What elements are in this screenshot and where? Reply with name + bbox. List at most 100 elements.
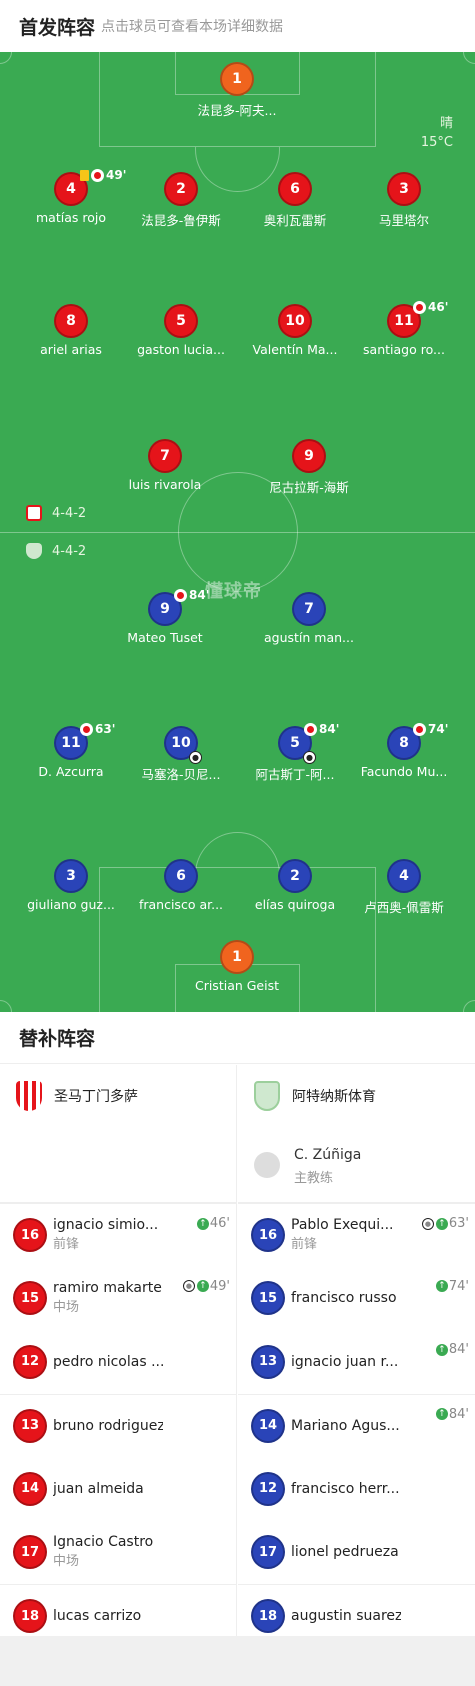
sub-number: 12 <box>20 1354 40 1370</box>
away-player[interactable]: 10 ● 马塞洛-贝尼... <box>126 726 236 783</box>
player-name: 马塞洛-贝尼... <box>141 767 221 782</box>
away-team-row[interactable]: 阿特纳斯体育 <box>238 1065 475 1127</box>
sub-number-disc: 14 <box>13 1471 47 1506</box>
home-player[interactable]: 4 49' matías rojo <box>16 168 126 225</box>
sub-event: ↑ 84' <box>435 1342 469 1357</box>
away-sub-row[interactable]: 12 francisco herr... <box>238 1457 475 1521</box>
away-player[interactable]: 9 84' Mateo Tuset <box>110 588 220 645</box>
home-sub-row[interactable]: 13 bruno rodriguez <box>0 1393 236 1458</box>
away-sub-row[interactable]: 16 Pablo Exequi... 前锋 ● ↑ 63' <box>238 1203 475 1267</box>
sub-name: juan almeida <box>53 1480 144 1497</box>
home-player[interactable]: 11 46' santiago ro... <box>349 300 459 357</box>
sub-number: 17 <box>258 1544 278 1560</box>
sub-name: lionel pedrueza <box>291 1544 399 1561</box>
player-number-disc: 3 <box>387 172 421 206</box>
substituted-on-icon: ↑ <box>196 1217 209 1230</box>
home-formation: 4-4-2 <box>26 505 86 521</box>
player-number-disc: 2 <box>278 859 312 893</box>
away-coach[interactable]: C. Zúñiga 主教练 <box>238 1127 475 1203</box>
weather: 晴 15°C <box>421 114 453 152</box>
home-player[interactable]: 2 法昆多-鲁伊斯 <box>126 172 236 229</box>
player-number: 8 <box>66 313 76 329</box>
home-sub-row[interactable]: 14 juan almeida <box>0 1457 236 1521</box>
sub-number: 17 <box>20 1544 40 1560</box>
home-player[interactable]: 8 ariel arias <box>16 304 126 357</box>
player-name: ariel arias <box>40 342 102 357</box>
sub-info: Pablo Exequi... 前锋 <box>291 1215 401 1255</box>
home-sub-row[interactable]: 17 Ignacio Castro 中场 <box>0 1521 236 1585</box>
sub-minute: 74' <box>448 1278 469 1294</box>
coach-avatar-icon <box>254 1151 280 1178</box>
player-name: Valentín Ma... <box>252 342 338 357</box>
player-name: elías quiroga <box>254 897 336 912</box>
sub-info: Ignacio Castro 中场 <box>53 1532 163 1572</box>
home-team-row[interactable]: 圣马丁门多萨 <box>0 1065 236 1127</box>
substituted-on-icon: ↑ <box>435 1408 448 1420</box>
player-number-disc: 1 <box>220 62 254 96</box>
away-player[interactable]: 11 63' D. Azcurra <box>16 722 126 779</box>
away-player[interactable]: 8 74' Facundo Mu... <box>349 722 459 779</box>
home-team-crest-icon <box>16 1081 42 1111</box>
home-player[interactable]: 6 奥利瓦雷斯 <box>240 172 350 229</box>
player-number: 1 <box>232 71 242 87</box>
player-name: luis rivarola <box>128 477 202 492</box>
home-player[interactable]: 5 gaston lucia... <box>126 304 236 357</box>
away-player[interactable]: 4 卢西奥-佩雷斯 <box>349 859 459 916</box>
substituted-on-icon: ↑ <box>435 1280 448 1292</box>
corner-arc <box>0 52 12 64</box>
away-player[interactable]: 5 ● 84' 阿古斯丁-阿... <box>240 722 350 783</box>
sub-event: ↑ 74' <box>435 1278 469 1294</box>
weather-condition: 晴 <box>439 116 453 131</box>
home-sub-row[interactable]: 15 ramiro makarte 中场 ● ↑ 49' <box>0 1267 236 1331</box>
away-sub-row[interactable]: 14 Mariano Agus... ↑ 84' <box>238 1393 475 1458</box>
home-player[interactable]: 3 马里塔尔 <box>349 172 459 229</box>
home-sub-row[interactable]: 12 pedro nicolas ... <box>0 1330 236 1394</box>
away-team-crest-icon <box>254 1081 280 1111</box>
corner-arc <box>0 1000 12 1012</box>
sub-event: ↑ 84' <box>435 1407 469 1422</box>
home-player[interactable]: 7 luis rivarola <box>110 439 220 492</box>
away-sub-row[interactable]: 17 lionel pedrueza <box>238 1521 475 1585</box>
sub-info: pedro nicolas ... <box>53 1352 163 1372</box>
player-number: 4 <box>399 868 409 884</box>
goal-ball-icon: ● <box>303 751 316 764</box>
home-player[interactable]: 10 Valentín Ma... <box>240 304 350 357</box>
player-number-disc: 9 84' <box>148 588 209 626</box>
substituted-off-icon <box>413 300 426 314</box>
away-player[interactable]: 2 elías quiroga <box>240 859 350 912</box>
sub-number: 14 <box>258 1418 278 1434</box>
home-sub-row[interactable]: 16 ignacio simio... 前锋 ↑ 46' <box>0 1203 236 1267</box>
away-player[interactable]: 6 francisco ar... <box>126 859 236 912</box>
sub-number-disc: 12 <box>13 1344 47 1379</box>
player-number: 9 <box>304 448 314 464</box>
player-number-disc: 10 ● <box>164 726 202 764</box>
player-number-disc: 11 63' <box>54 722 115 760</box>
lineup-title: 首发阵容 <box>19 16 96 39</box>
player-number: 5 <box>176 313 186 329</box>
sub-number: 16 <box>20 1227 40 1243</box>
away-player[interactable]: 1 Cristian Geist <box>182 940 292 993</box>
player-number: 8 <box>399 735 409 751</box>
player-event: 49' <box>80 168 126 182</box>
sub-event: ● ↑ 63' <box>421 1216 469 1231</box>
sub-info: lucas carrizo <box>53 1606 163 1626</box>
sub-number-disc: 13 <box>13 1408 47 1443</box>
player-number-disc: 6 <box>278 172 312 206</box>
away-player[interactable]: 7 agustín man... <box>254 592 364 645</box>
home-player[interactable]: 9 尼古拉斯-海斯 <box>254 439 364 496</box>
sub-minute: 63' <box>448 1216 469 1231</box>
player-number-disc: 10 <box>278 304 312 338</box>
player-event: 46' <box>413 300 448 314</box>
away-sub-row[interactable]: 13 ignacio juan r... ↑ 84' <box>238 1330 475 1394</box>
player-event: 63' <box>80 722 115 736</box>
away-player[interactable]: 3 giuliano guz... <box>16 859 126 912</box>
sub-position: 前锋 <box>53 1237 80 1253</box>
event-minute: 74' <box>428 722 449 736</box>
sub-number-disc: 16 <box>13 1218 47 1253</box>
away-team-badge-icon <box>26 543 42 559</box>
player-number-disc: 9 <box>292 439 326 473</box>
player-name: agustín man... <box>264 630 354 645</box>
away-sub-row[interactable]: 15 francisco russo ↑ 74' <box>238 1267 475 1331</box>
home-player[interactable]: 1 法昆多-阿夫... <box>182 62 292 119</box>
sub-name: Ignacio Castro <box>53 1534 154 1551</box>
